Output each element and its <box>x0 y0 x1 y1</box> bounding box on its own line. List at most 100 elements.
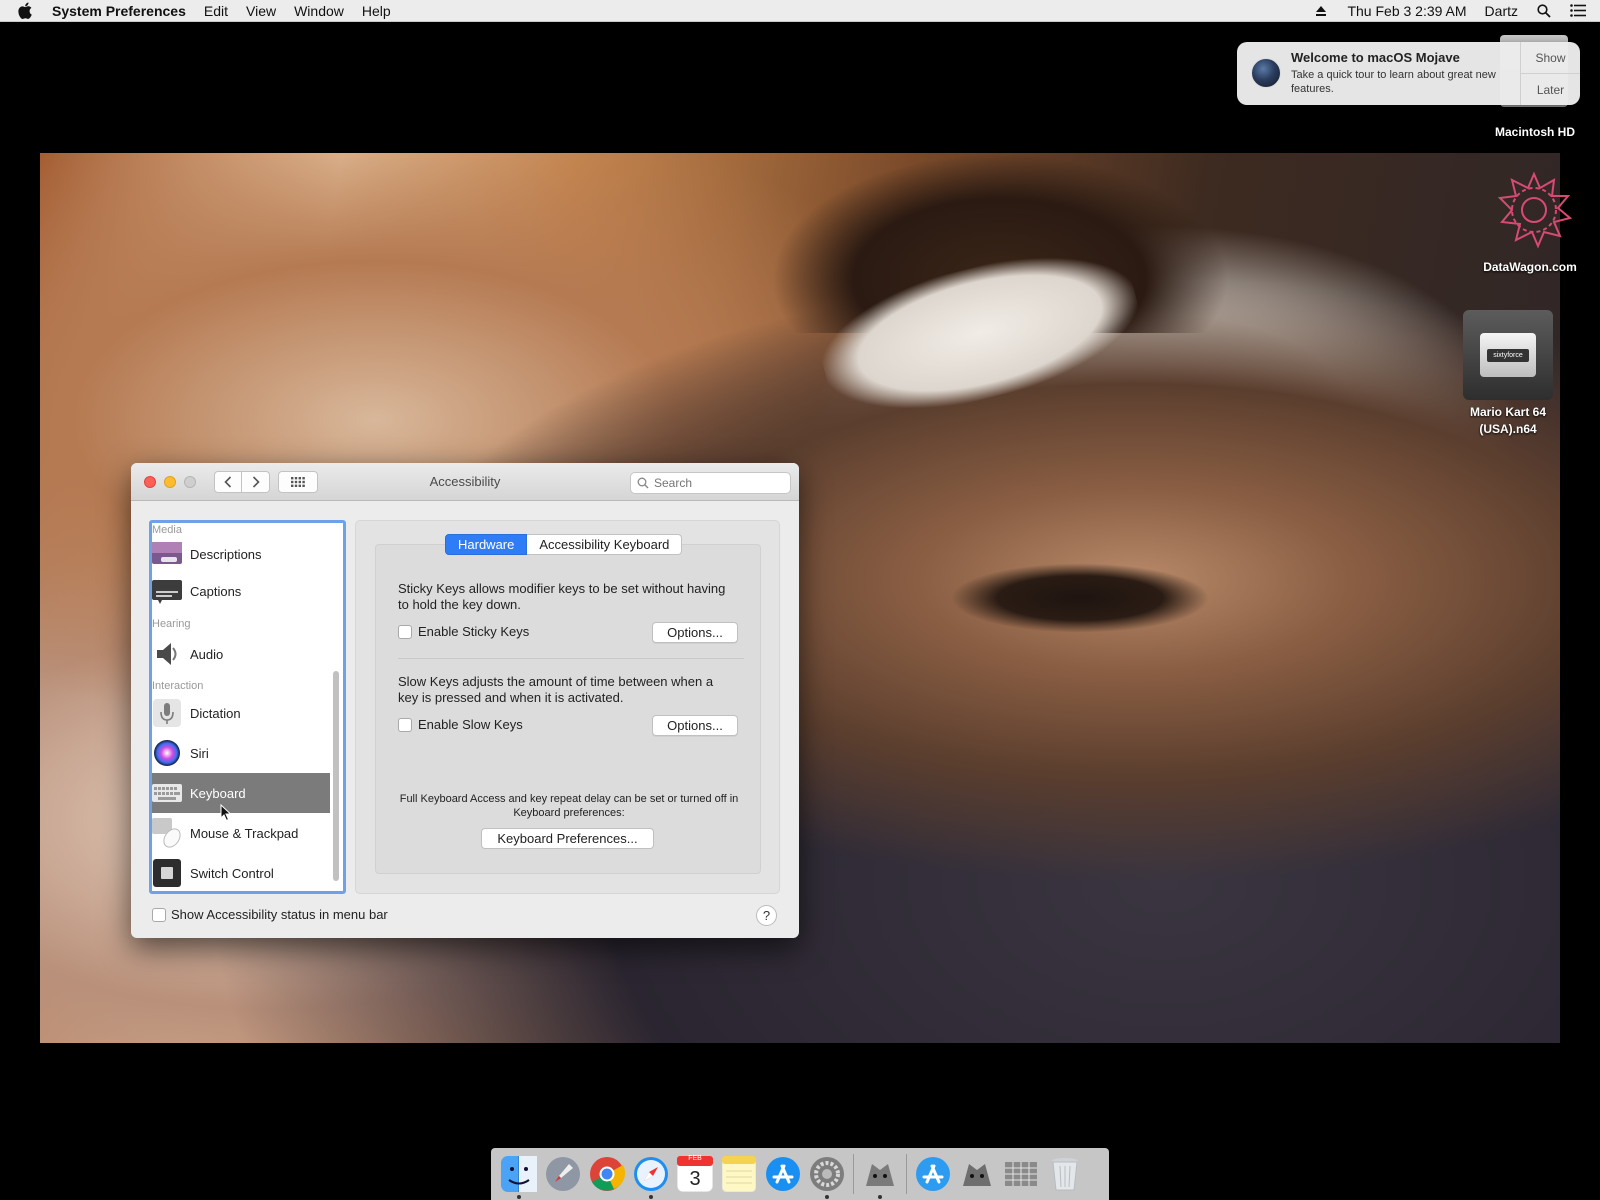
sidebar-section-interaction: Interaction <box>152 680 204 692</box>
sidebar-item-mouse-trackpad[interactable]: Mouse & Trackpad <box>152 813 343 853</box>
desktop-stack-icon[interactable] <box>1002 1155 1040 1193</box>
notification-body: Welcome to macOS Mojave Take a quick tou… <box>1291 42 1520 105</box>
menu-app-name[interactable]: System Preferences <box>52 3 186 19</box>
menu-bar: System Preferences Edit View Window Help… <box>0 0 1600 22</box>
calendar-month: FEB <box>688 1155 702 1162</box>
enable-sticky-keys-row[interactable]: Enable Sticky Keys <box>398 624 529 639</box>
keyboard-access-note: Full Keyboard Access and key repeat dela… <box>399 793 739 819</box>
sidebar-section-media: Media <box>152 524 182 536</box>
enable-slow-keys-row[interactable]: Enable Slow Keys <box>398 717 523 732</box>
mouse-cursor-icon <box>220 804 232 822</box>
n64-rom-label-line1: Mario Kart 64 <box>1469 405 1547 419</box>
chrome-icon[interactable] <box>588 1155 626 1193</box>
hardware-tab-content: Sticky Keys allows modifier keys to be s… <box>375 544 761 874</box>
dock-divider <box>853 1154 854 1194</box>
menu-view[interactable]: View <box>246 3 276 19</box>
n64-rom-file-icon[interactable]: sixtyforce <box>1463 310 1553 400</box>
show-status-label: Show Accessibility status in menu bar <box>171 907 388 922</box>
forward-button[interactable] <box>242 470 270 493</box>
search-input[interactable] <box>654 476 774 490</box>
microphone-icon <box>152 698 182 728</box>
sidebar-item-label: Descriptions <box>190 546 262 562</box>
system-preferences-icon[interactable] <box>808 1155 846 1199</box>
show-status-row[interactable]: Show Accessibility status in menu bar <box>152 907 388 922</box>
keyboard-settings-pane: Hardware Accessibility Keyboard Sticky K… <box>355 520 780 894</box>
safari-icon[interactable] <box>632 1155 670 1199</box>
sidebar-item-label: Captions <box>190 583 242 599</box>
datawagon-icon[interactable] <box>1494 170 1574 250</box>
zoom-window-button[interactable] <box>184 475 196 488</box>
menu-user[interactable]: Dartz <box>1485 3 1518 19</box>
sidebar-item-captions[interactable]: Captions <box>152 571 343 611</box>
sixtyforce-icon[interactable] <box>861 1155 899 1199</box>
sixtyforce-alt-icon[interactable] <box>958 1155 996 1193</box>
show-status-checkbox[interactable] <box>152 907 166 922</box>
chevron-left-icon <box>224 475 232 488</box>
close-window-button[interactable] <box>144 475 156 488</box>
app-store-downloads-icon[interactable] <box>914 1155 952 1193</box>
trash-icon[interactable] <box>1046 1155 1084 1193</box>
launchpad-icon[interactable] <box>544 1155 582 1193</box>
minimize-window-button[interactable] <box>164 475 176 488</box>
apple-menu-icon[interactable] <box>18 2 36 20</box>
menu-clock[interactable]: Thu Feb 3 2:39 AM <box>1347 3 1466 19</box>
n64-rom-label[interactable]: Mario Kart 64 (USA).n64 <box>1448 404 1568 438</box>
descriptions-icon <box>152 539 182 569</box>
help-button[interactable]: ? <box>756 905 777 926</box>
running-indicator <box>517 1195 521 1199</box>
tab-hardware[interactable]: Hardware <box>445 534 528 555</box>
section-divider <box>398 658 744 659</box>
calendar-icon[interactable]: FEB 3 <box>676 1155 714 1193</box>
keyboard-tabs: Hardware Accessibility Keyboard <box>445 534 683 555</box>
sidebar-item-descriptions[interactable]: Descriptions <box>152 537 343 571</box>
sidebar-item-siri[interactable]: Siri <box>152 733 343 773</box>
app-store-icon[interactable] <box>764 1155 802 1193</box>
macintosh-hd-label[interactable]: Macintosh HD <box>1480 125 1590 139</box>
notes-icon[interactable] <box>720 1155 758 1193</box>
show-all-button[interactable] <box>278 470 318 493</box>
sidebar-item-dictation[interactable]: Dictation <box>152 693 343 733</box>
sticky-keys-description: Sticky Keys allows modifier keys to be s… <box>398 581 726 612</box>
notification-title: Welcome to macOS Mojave <box>1291 50 1460 65</box>
n64-cartridge-icon: sixtyforce <box>1480 333 1536 377</box>
sidebar-item-label: Mouse & Trackpad <box>190 825 299 841</box>
back-button[interactable] <box>214 470 242 493</box>
tab-accessibility-keyboard[interactable]: Accessibility Keyboard <box>527 534 683 555</box>
enable-slow-keys-checkbox[interactable] <box>398 717 412 732</box>
accessibility-window: Accessibility Media Descriptions Caption… <box>131 463 799 938</box>
dock: FEB 3 <box>491 1148 1109 1200</box>
notification-show-button[interactable]: Show <box>1521 42 1580 73</box>
sidebar-item-keyboard[interactable]: Keyboard <box>152 773 330 813</box>
notification-center-icon[interactable] <box>1570 3 1586 19</box>
menu-window[interactable]: Window <box>294 3 344 19</box>
spotlight-search-icon[interactable] <box>1536 3 1552 19</box>
notification-later-button[interactable]: Later <box>1521 73 1580 105</box>
dock-divider <box>906 1154 907 1194</box>
keyboard-icon <box>152 778 182 808</box>
menu-help[interactable]: Help <box>362 3 391 19</box>
search-field[interactable] <box>630 472 791 494</box>
running-indicator <box>878 1195 882 1199</box>
sidebar-item-label: Keyboard <box>190 785 246 801</box>
sidebar-item-label: Dictation <box>190 705 241 721</box>
slow-keys-options-button[interactable]: Options... <box>652 715 738 736</box>
eject-icon[interactable] <box>1313 3 1329 19</box>
sidebar-item-audio[interactable]: Audio <box>152 631 343 677</box>
sticky-keys-options-button[interactable]: Options... <box>652 622 738 643</box>
keyboard-preferences-button[interactable]: Keyboard Preferences... <box>481 828 654 849</box>
sidebar-item-switch-control[interactable]: Switch Control <box>152 853 343 891</box>
switch-control-icon <box>152 858 182 888</box>
enable-sticky-keys-checkbox[interactable] <box>398 624 412 639</box>
sidebar-section-hearing: Hearing <box>152 618 191 630</box>
enable-slow-keys-label: Enable Slow Keys <box>418 717 523 732</box>
slow-keys-description: Slow Keys adjusts the amount of time bet… <box>398 674 714 705</box>
finder-icon[interactable] <box>500 1155 538 1199</box>
chevron-right-icon <box>252 475 260 488</box>
sidebar-scrollbar[interactable] <box>333 671 339 881</box>
accessibility-sidebar-list[interactable]: Media Descriptions Captions Hearing Audi… <box>149 520 346 894</box>
siri-icon <box>152 738 182 768</box>
datawagon-label[interactable]: DataWagon.com <box>1465 260 1595 274</box>
welcome-notification[interactable]: Welcome to macOS Mojave Take a quick tou… <box>1237 42 1580 105</box>
window-titlebar[interactable]: Accessibility <box>131 463 799 501</box>
menu-edit[interactable]: Edit <box>204 3 228 19</box>
